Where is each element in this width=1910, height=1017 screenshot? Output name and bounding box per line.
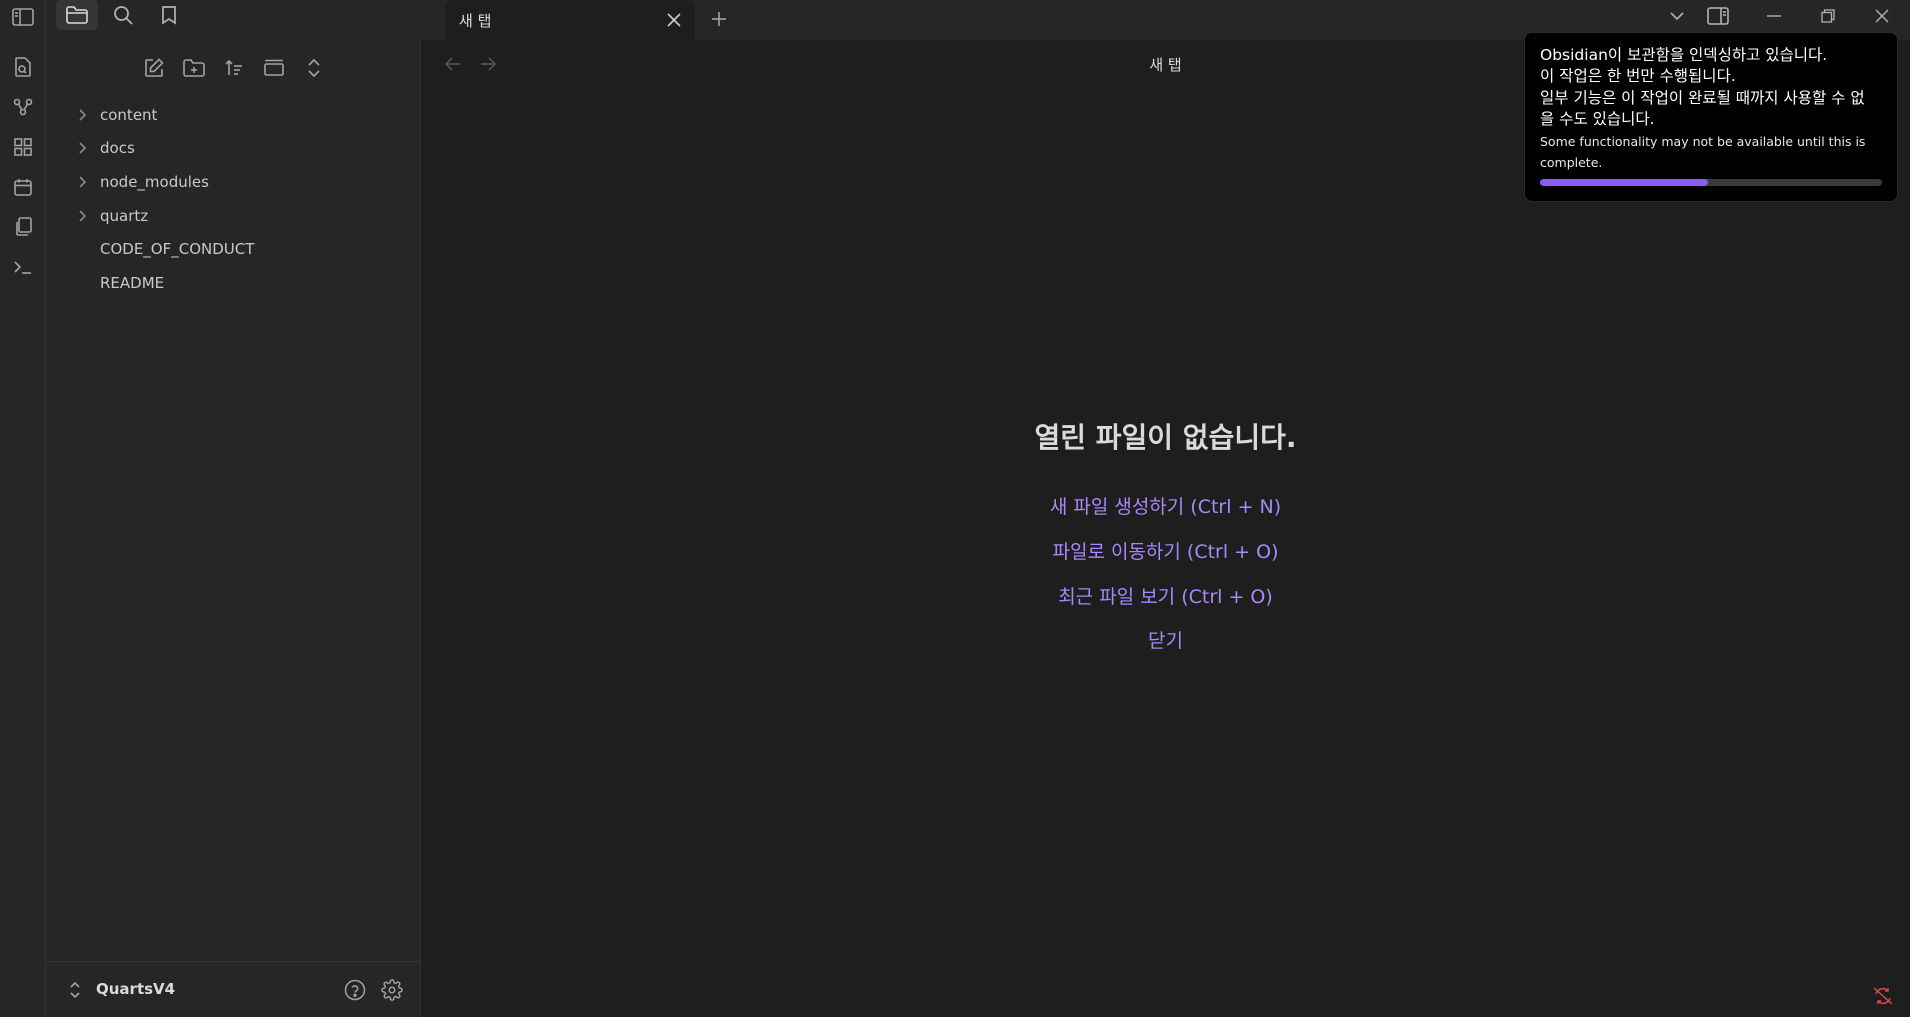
tree-folder-docs[interactable]: docs <box>56 134 406 162</box>
create-new-file-link[interactable]: 새 파일 생성하기 (Ctrl + N) <box>421 492 1910 519</box>
bookmark-icon <box>161 5 177 25</box>
sync-off-icon <box>1873 987 1893 1005</box>
tree-folder-content[interactable]: content <box>56 101 406 129</box>
restore-icon <box>1821 9 1835 23</box>
restore-button[interactable] <box>1805 0 1851 32</box>
tab-search[interactable] <box>102 0 144 30</box>
templates-button[interactable] <box>7 212 39 242</box>
calendar-icon <box>14 178 32 196</box>
auto-reveal-button[interactable] <box>258 54 290 82</box>
sort-button[interactable] <box>218 54 250 82</box>
sync-status-button[interactable] <box>1869 982 1897 1010</box>
vault-name[interactable]: QuartsV4 <box>96 980 175 998</box>
notice-line: Obsidian이 보관함을 인덱싱하고 있습니다. <box>1540 46 1828 64</box>
sidebar-toggle-button[interactable] <box>7 2 39 32</box>
close-icon <box>667 13 681 27</box>
notice-subtext: Some functionality may not be available … <box>1540 134 1866 170</box>
window-close-button[interactable] <box>1859 0 1905 32</box>
minimize-button[interactable] <box>1751 0 1797 32</box>
folder-label: docs <box>100 139 135 157</box>
chevron-right-icon <box>72 105 92 125</box>
recent-files-link[interactable]: 최근 파일 보기 (Ctrl + O) <box>421 582 1910 609</box>
vault-switcher-button[interactable] <box>64 979 86 1001</box>
folder-icon <box>66 6 88 24</box>
graph-view-button[interactable] <box>7 92 39 122</box>
expand-all-button[interactable] <box>298 54 330 82</box>
sidebar-tab-bar <box>46 0 421 40</box>
toggle-right-sidebar-button[interactable] <box>1701 0 1735 32</box>
search-icon <box>113 5 133 25</box>
sort-icon <box>224 59 244 77</box>
notice-line: 이 작업은 한 번만 수행됩니다. <box>1540 67 1736 85</box>
new-tab-button[interactable] <box>705 6 733 32</box>
new-note-icon <box>144 58 164 78</box>
new-folder-button[interactable] <box>178 54 210 82</box>
tree-folder-quartz[interactable]: quartz <box>56 202 406 230</box>
open-file-icon <box>14 57 32 77</box>
ribbon <box>0 0 46 1017</box>
empty-state-title: 열린 파일이 없습니다. <box>1034 421 1297 454</box>
close-link[interactable]: 닫기 <box>421 626 1910 653</box>
templates-icon <box>14 217 32 237</box>
chevron-right-icon <box>72 138 92 158</box>
folder-label: quartz <box>100 207 149 225</box>
plus-icon <box>711 11 727 27</box>
open-quick-switcher-button[interactable] <box>7 52 39 82</box>
canvas-button[interactable] <box>7 132 39 162</box>
folder-label: node_modules <box>100 173 209 191</box>
tree-folder-node-modules[interactable]: node_modules <box>56 168 406 196</box>
notice-line: 을 수도 있습니다. <box>1540 110 1655 128</box>
notice-line: 일부 기능은 이 작업이 완료될 때까지 사용할 수 없 <box>1540 89 1865 107</box>
expand-all-icon <box>307 58 321 78</box>
new-note-button[interactable] <box>138 54 170 82</box>
tab-new-tab[interactable]: 새 탭 <box>445 0 695 41</box>
sidebar-toggle-icon <box>12 8 34 26</box>
indexing-notice[interactable]: Obsidian이 보관함을 인덱싱하고 있습니다. 이 작업은 한 번만 수행… <box>1524 32 1898 202</box>
help-button[interactable] <box>342 977 368 1003</box>
canvas-icon <box>14 138 32 156</box>
file-label: CODE_OF_CONDUCT <box>100 240 255 258</box>
daily-note-button[interactable] <box>7 172 39 202</box>
file-label: README <box>100 274 165 292</box>
terminal-icon <box>13 259 33 275</box>
close-tab-button[interactable] <box>663 9 685 31</box>
tab-list-button[interactable] <box>1661 0 1693 32</box>
file-explorer: content docs node_modules quartz CODE_OF… <box>46 40 421 1017</box>
close-icon <box>1875 9 1889 23</box>
chevron-down-icon <box>1670 11 1684 21</box>
progress-fill <box>1540 179 1708 186</box>
indexing-progress-bar <box>1540 179 1882 186</box>
go-to-file-link[interactable]: 파일로 이동하기 (Ctrl + O) <box>421 537 1910 564</box>
tree-file-code-of-conduct[interactable]: CODE_OF_CONDUCT <box>56 235 406 263</box>
terminal-button[interactable] <box>7 252 39 282</box>
chevron-right-icon <box>72 206 92 226</box>
minimize-icon <box>1767 15 1781 17</box>
graph-icon <box>13 98 33 116</box>
right-sidebar-icon <box>1707 7 1729 25</box>
gear-icon <box>381 979 403 1001</box>
new-folder-icon <box>183 59 205 77</box>
vault-bar: QuartsV4 <box>46 961 421 1017</box>
chevron-right-icon <box>72 172 92 192</box>
folder-label: content <box>100 106 158 124</box>
tab-file-explorer[interactable] <box>56 0 98 30</box>
chevron-up-down-icon <box>69 981 81 999</box>
help-icon <box>344 979 366 1001</box>
tab-title: 새 탭 <box>459 12 492 30</box>
tree-file-readme[interactable]: README <box>56 269 406 297</box>
collapse-icon <box>263 59 285 77</box>
tab-bookmarks[interactable] <box>148 0 190 30</box>
settings-button[interactable] <box>379 977 405 1003</box>
